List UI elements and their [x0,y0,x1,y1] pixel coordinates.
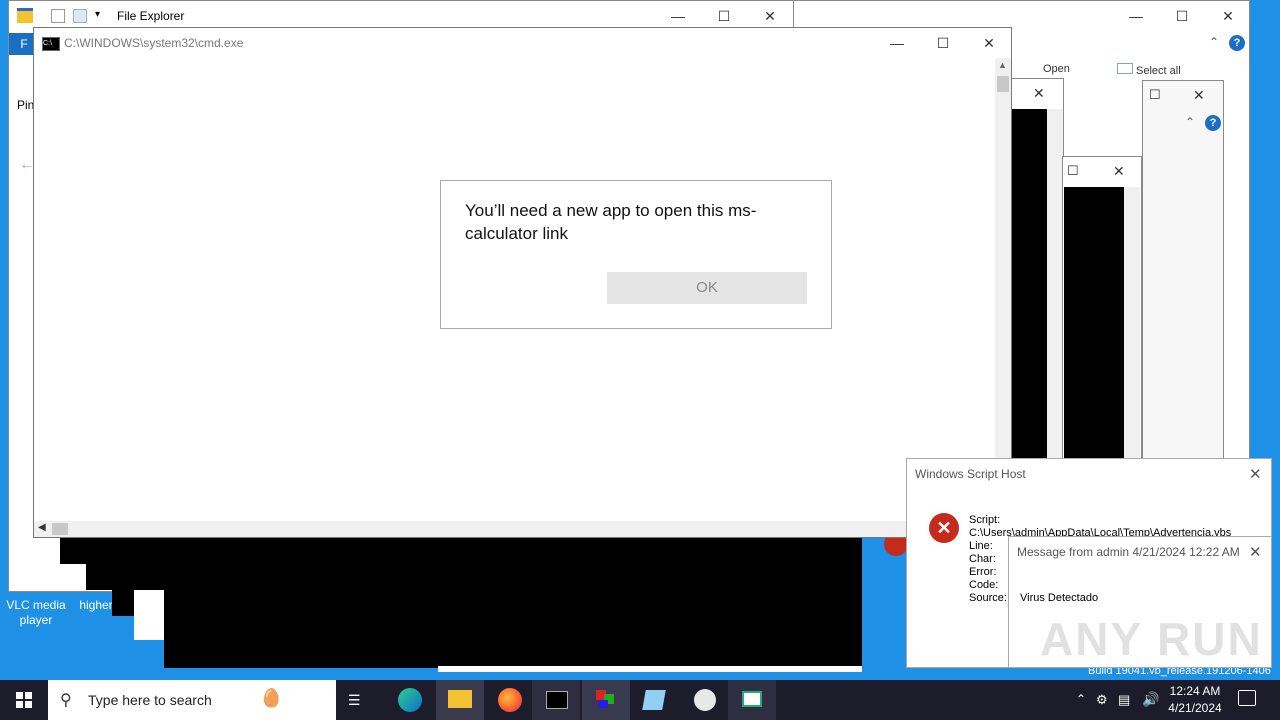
close-button[interactable]: ✕ [966,28,1012,58]
maximize-icon[interactable]: ☐ [1149,87,1161,103]
clock-time: 12:24 AM [1169,684,1221,698]
dialog-message: You’ll need a new app to open this ms-ca… [465,201,757,243]
help-icon[interactable]: ? [1205,115,1221,131]
msgbox-title: Message from admin 4/21/2024 12:22 AM [1017,545,1240,559]
msgbox-message: Virus Detectado [1020,592,1099,604]
properties-icon[interactable] [51,9,65,23]
file-tab-label: F [20,37,28,51]
black-region-2 [86,536,862,590]
easter-decoration-icon: 🥚 [260,688,283,708]
minimize-button[interactable]: — [1113,1,1159,31]
minimize-button[interactable]: — [874,28,920,58]
cmd-title: C:\WINDOWS\system32\cmd.exe [64,36,244,50]
error-icon: ✕ [929,513,959,543]
close-button[interactable]: ✕ [1249,543,1262,561]
white-block [134,590,164,640]
search-icon: ⚲ [60,692,72,709]
select-all-button[interactable]: Select all [1117,63,1181,77]
scroll-thumb[interactable] [52,523,68,535]
close-icon[interactable]: ✕ [1193,87,1205,104]
wsh-title: Windows Script Host [915,467,1026,481]
cmd-icon: C:\ [42,37,60,51]
scroll-thumb[interactable] [997,76,1009,92]
console-area [1011,109,1047,479]
open-label: Open [1043,63,1070,75]
close-button[interactable]: ✕ [1205,1,1251,31]
ok-label: OK [696,279,718,296]
chevron-up-icon[interactable]: ⌃ [1209,35,1219,49]
black-region-4 [164,590,862,668]
app-needed-dialog[interactable]: You’ll need a new app to open this ms-ca… [440,180,832,329]
black-region-1 [60,536,86,564]
task-view-icon[interactable]: ☰ [348,692,368,708]
select-all-label: Select all [1136,65,1181,77]
pin-button[interactable]: Pin [17,98,34,112]
tray-icon-1[interactable]: ⚙ [1096,692,1108,708]
wsh-taskbar-icon[interactable] [728,680,776,720]
folder-icon [17,8,33,23]
explorer-window-3[interactable]: ☐ ✕ ⌃ ? [1142,80,1224,470]
show-hidden-icons[interactable]: ⌃ [1076,692,1086,706]
black-region-3 [112,590,134,616]
horizontal-scrollbar[interactable]: ◀ [34,521,995,537]
maximize-button[interactable]: ☐ [920,28,966,58]
open-button[interactable]: Open [1043,63,1070,75]
pin-label: Pin [17,98,35,112]
window-title: File Explorer [117,9,185,23]
close-icon[interactable]: ✕ [1033,85,1045,102]
desktop-icon-vlc-label: VLC media player [6,598,66,627]
select-all-icon [1117,63,1133,74]
scrollbar[interactable] [1047,109,1063,479]
file-explorer-icon[interactable] [436,680,484,720]
close-icon[interactable]: ✕ [1113,163,1125,180]
chevron-down-icon[interactable]: ▾ [95,9,100,20]
volume-icon[interactable]: 🔊 [1142,691,1159,708]
search-box[interactable]: ⚲ Type here to search 🥚 [48,680,336,720]
scroll-up-icon[interactable]: ▲ [998,60,1007,70]
strip-bottom [438,666,862,672]
maximize-button[interactable]: ☐ [1159,1,1205,31]
script-label: Script: [969,514,1001,526]
scrollbar[interactable] [1124,187,1140,477]
app-taskbar-icon[interactable] [582,680,630,720]
taskbar: ⚲ Type here to search 🥚 ☰ ⌃ ⚙ ▤ 🔊 12:24 … [0,680,1280,720]
start-icon [16,692,32,708]
ok-button[interactable]: OK [607,272,807,304]
start-button[interactable] [0,680,48,720]
desktop-icon-higher-label: higher [79,598,113,612]
cmd-window-2[interactable]: ✕ [1008,78,1064,479]
maximize-icon[interactable]: ☐ [1067,163,1079,179]
desktop-icon-vlc[interactable]: VLC media player [4,598,68,628]
search-placeholder: Type here to search [88,692,212,708]
notepad-icon[interactable] [642,690,666,710]
cmd-window-3[interactable]: ☐ ✕ [1062,156,1142,477]
console-area [1064,187,1124,477]
clock[interactable]: 12:24 AM 4/21/2024 [1160,683,1230,717]
clock-date: 4/21/2024 [1168,701,1222,715]
desktop-icon-higher[interactable]: higher [76,598,116,613]
cmd-titlebar: C:\ C:\WINDOWS\system32\cmd.exe — ☐ ✕ [34,28,1011,58]
scroll-left-icon[interactable]: ◀ [38,522,46,533]
notification-icon[interactable] [1238,690,1256,706]
close-button[interactable]: ✕ [1249,465,1262,483]
anyrun-watermark: ANY RUN [1040,613,1263,665]
chevron-up-icon[interactable]: ⌃ [1185,115,1195,129]
paint-icon[interactable] [694,689,716,711]
cmd-taskbar-icon[interactable] [532,680,580,720]
edge-icon[interactable] [398,688,422,712]
network-icon[interactable]: ▤ [1118,692,1130,708]
new-folder-icon[interactable] [73,9,87,23]
help-icon[interactable]: ? [1229,35,1245,51]
firefox-icon[interactable] [498,688,522,712]
